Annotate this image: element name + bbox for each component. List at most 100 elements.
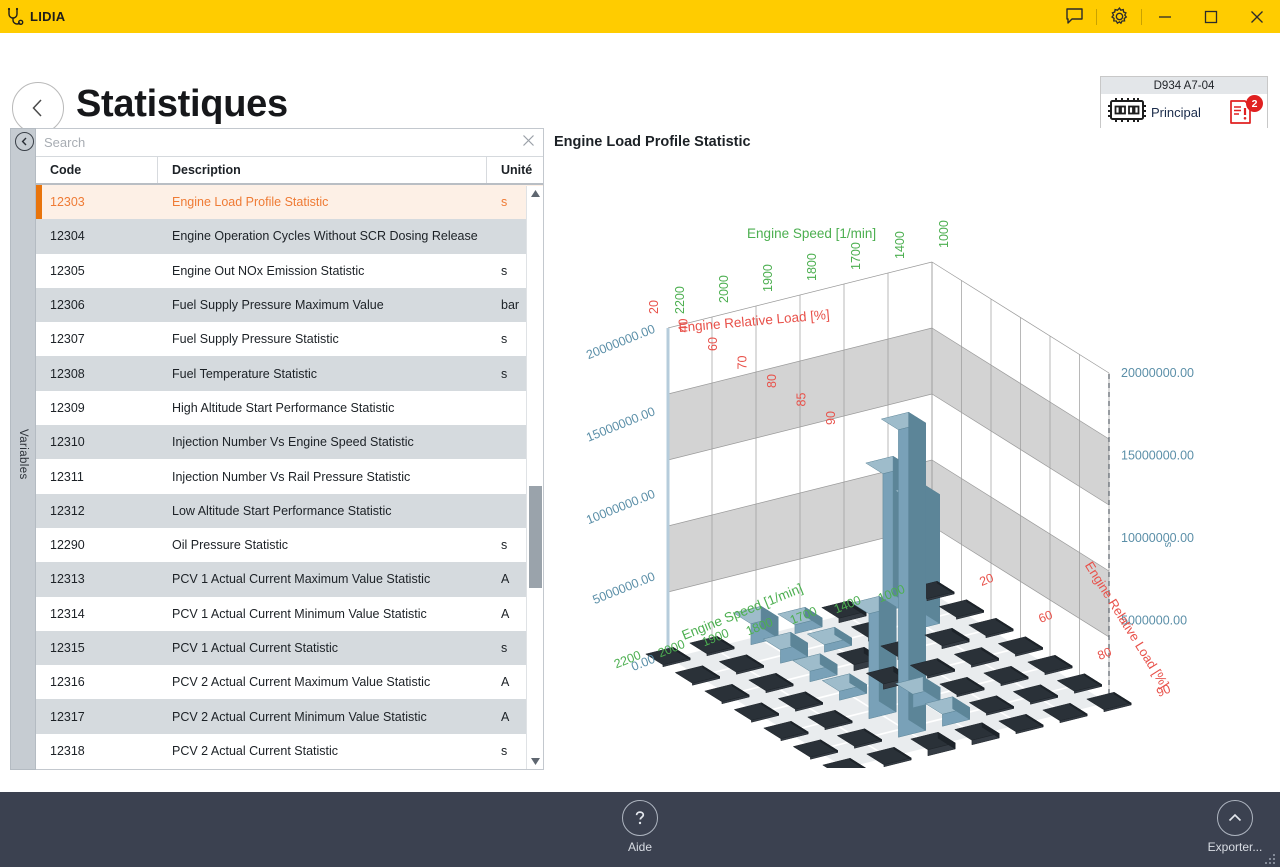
ecu-chip-icon xyxy=(1107,97,1147,128)
table-row[interactable]: 12314 PCV 1 Actual Current Minimum Value … xyxy=(36,597,543,631)
variables-panel: Variables Code Description Unité 12303 En… xyxy=(10,128,544,770)
help-label: Aide xyxy=(627,840,653,854)
maximize-icon[interactable] xyxy=(1188,0,1234,33)
y-tick-top: 85 xyxy=(795,393,809,407)
cell-code: 12313 xyxy=(50,572,85,587)
cell-description: Engine Operation Cycles Without SCR Dosi… xyxy=(172,229,478,244)
table-row[interactable]: 12316 PCV 2 Actual Current Maximum Value … xyxy=(36,665,543,699)
chevron-left-circle-icon[interactable] xyxy=(15,132,34,151)
table-row[interactable]: 12290 Oil Pressure Statistic s xyxy=(36,528,543,562)
table-row[interactable]: 12311 Injection Number Vs Rail Pressure S… xyxy=(36,459,543,493)
table-row[interactable]: 12310 Injection Number Vs Engine Speed St… xyxy=(36,425,543,460)
page-header: Statistiques D934 A7-04 Principal 2 xyxy=(0,33,1280,134)
table-row[interactable]: 12315 PCV 1 Actual Current Statistic s xyxy=(36,630,543,666)
cell-code: 12311 xyxy=(50,469,84,484)
page-title: Statistiques xyxy=(76,83,288,125)
chat-bubble-icon[interactable] xyxy=(1052,0,1096,33)
x-tick-top: 1800 xyxy=(805,253,819,281)
column-header-unit[interactable]: Unité xyxy=(487,157,543,183)
cell-code: 12306 xyxy=(50,298,85,313)
warning-count-badge: 2 xyxy=(1246,95,1263,112)
cell-code: 12315 xyxy=(50,641,85,655)
export-button[interactable]: Exporter... xyxy=(1190,800,1280,854)
sidebar-tab-variables[interactable]: Variables xyxy=(10,128,36,770)
x-tick-top: 1000 xyxy=(937,220,951,248)
x-tick-top: 2000 xyxy=(717,275,731,303)
cell-description: PCV 1 Actual Current Statistic xyxy=(172,641,339,655)
x-axis-label-top: Engine Speed [1/min] xyxy=(747,226,876,241)
cell-description: High Altitude Start Performance Statisti… xyxy=(172,400,395,415)
table-row[interactable]: 12307 Fuel Supply Pressure Statistic s xyxy=(36,322,543,356)
export-label: Exporter... xyxy=(1207,840,1263,854)
cell-code: 12304 xyxy=(50,229,85,244)
z-tick-left: 5000000.00 xyxy=(591,569,658,607)
cell-description: PCV 2 Actual Current Minimum Value Stati… xyxy=(172,709,427,724)
table-body: 12303 Engine Load Profile Statistic s 12304… xyxy=(36,185,543,768)
table-row[interactable]: 12306 Fuel Supply Pressure Maximum Value b… xyxy=(36,287,543,323)
cell-code: 12310 xyxy=(50,435,85,450)
table-row[interactable]: 12304 Engine Operation Cycles Without SCR… xyxy=(36,219,543,254)
x-tick-top: 1400 xyxy=(893,231,907,259)
z-tick-left: 20000000.00 xyxy=(584,322,657,362)
list-scrollbar[interactable] xyxy=(526,186,543,769)
variables-list: Code Description Unité 12303 Engine Load … xyxy=(36,128,544,770)
cell-code: 12305 xyxy=(50,263,85,278)
cell-code: 12318 xyxy=(50,743,85,758)
cell-description: Fuel Supply Pressure Maximum Value xyxy=(172,298,384,313)
device-model: D934 A7-04 xyxy=(1101,77,1267,94)
scrollbar-thumb[interactable] xyxy=(529,486,542,588)
cell-code: 12290 xyxy=(50,538,85,553)
app-title: LIDIA xyxy=(30,9,66,24)
x-tick-top: 2200 xyxy=(673,286,687,314)
stethoscope-icon xyxy=(0,0,30,33)
table-row[interactable]: 12303 Engine Load Profile Statistic s xyxy=(36,185,543,220)
cell-code: 12303 xyxy=(50,195,85,210)
cell-description: PCV 2 Actual Current Statistic xyxy=(172,743,339,758)
resize-grip-icon[interactable] xyxy=(1264,852,1276,864)
chart-3d-bar[interactable]: 0.00 5000000.00 10000000.00 15000000.00 2000… xyxy=(548,158,1272,768)
application-window: LIDIA Statistiques D934 A7-04 Principal … xyxy=(0,0,1280,867)
y-tick-top: 80 xyxy=(765,374,779,388)
question-mark-icon xyxy=(622,800,658,836)
scroll-up-button[interactable] xyxy=(527,186,544,201)
device-selector[interactable]: D934 A7-04 Principal 2 xyxy=(1100,76,1268,131)
close-icon[interactable] xyxy=(1234,0,1280,33)
device-body: Principal 2 xyxy=(1101,94,1267,131)
y-tick-top: 70 xyxy=(736,356,750,370)
gear-icon[interactable] xyxy=(1097,0,1141,33)
y-tick-top: 20 xyxy=(647,300,661,314)
cell-code: 12307 xyxy=(50,332,85,347)
title-bar: LIDIA xyxy=(0,0,1280,33)
y-tick-top: 60 xyxy=(706,337,720,351)
clear-search-icon[interactable] xyxy=(522,134,535,152)
x-tick-top: 1700 xyxy=(849,242,863,270)
search-bar xyxy=(36,129,543,157)
column-header-description[interactable]: Description xyxy=(158,157,487,183)
back-button[interactable] xyxy=(12,82,64,134)
help-button[interactable]: Aide xyxy=(595,800,685,854)
scroll-down-button[interactable] xyxy=(527,754,544,769)
table-row[interactable]: 12308 Fuel Temperature Statistic s xyxy=(36,356,543,391)
table-row[interactable]: 12313 PCV 1 Actual Current Maximum Value … xyxy=(36,562,543,597)
table-row[interactable]: 12312 Low Altitude Start Performance Stat… xyxy=(36,493,543,528)
table-row[interactable]: 12318 PCV 2 Actual Current Statistic s xyxy=(36,734,543,768)
table-row[interactable]: 12305 Engine Out NOx Emission Statistic s xyxy=(36,254,543,288)
minimize-icon[interactable] xyxy=(1142,0,1188,33)
bottom-toolbar: Aide Exporter... xyxy=(0,792,1280,867)
cell-description: Injection Number Vs Engine Speed Statist… xyxy=(172,435,414,450)
cell-description: Fuel Temperature Statistic xyxy=(172,366,317,381)
cell-description: Oil Pressure Statistic xyxy=(172,538,289,553)
z-tick-right: 15000000.00 xyxy=(1121,449,1194,463)
device-name: Principal xyxy=(1151,105,1201,120)
cell-code: 12312 xyxy=(50,503,85,518)
z-tick-right: 20000000.00 xyxy=(1121,366,1194,380)
chart-panel: Engine Load Profile Statistic 0.00 500000… xyxy=(548,128,1272,770)
cell-description: PCV 2 Actual Current Maximum Value Stati… xyxy=(172,675,431,690)
column-header-code[interactable]: Code xyxy=(36,157,158,183)
sidebar-tab-label: Variables xyxy=(17,429,29,480)
table-row[interactable]: 12309 High Altitude Start Performance Sta… xyxy=(36,391,543,425)
search-input[interactable] xyxy=(44,135,522,150)
chart-title: Engine Load Profile Statistic xyxy=(554,134,751,150)
table-row[interactable]: 12317 PCV 2 Actual Current Minimum Value … xyxy=(36,699,543,734)
warning-document-icon[interactable]: 2 xyxy=(1227,95,1263,128)
